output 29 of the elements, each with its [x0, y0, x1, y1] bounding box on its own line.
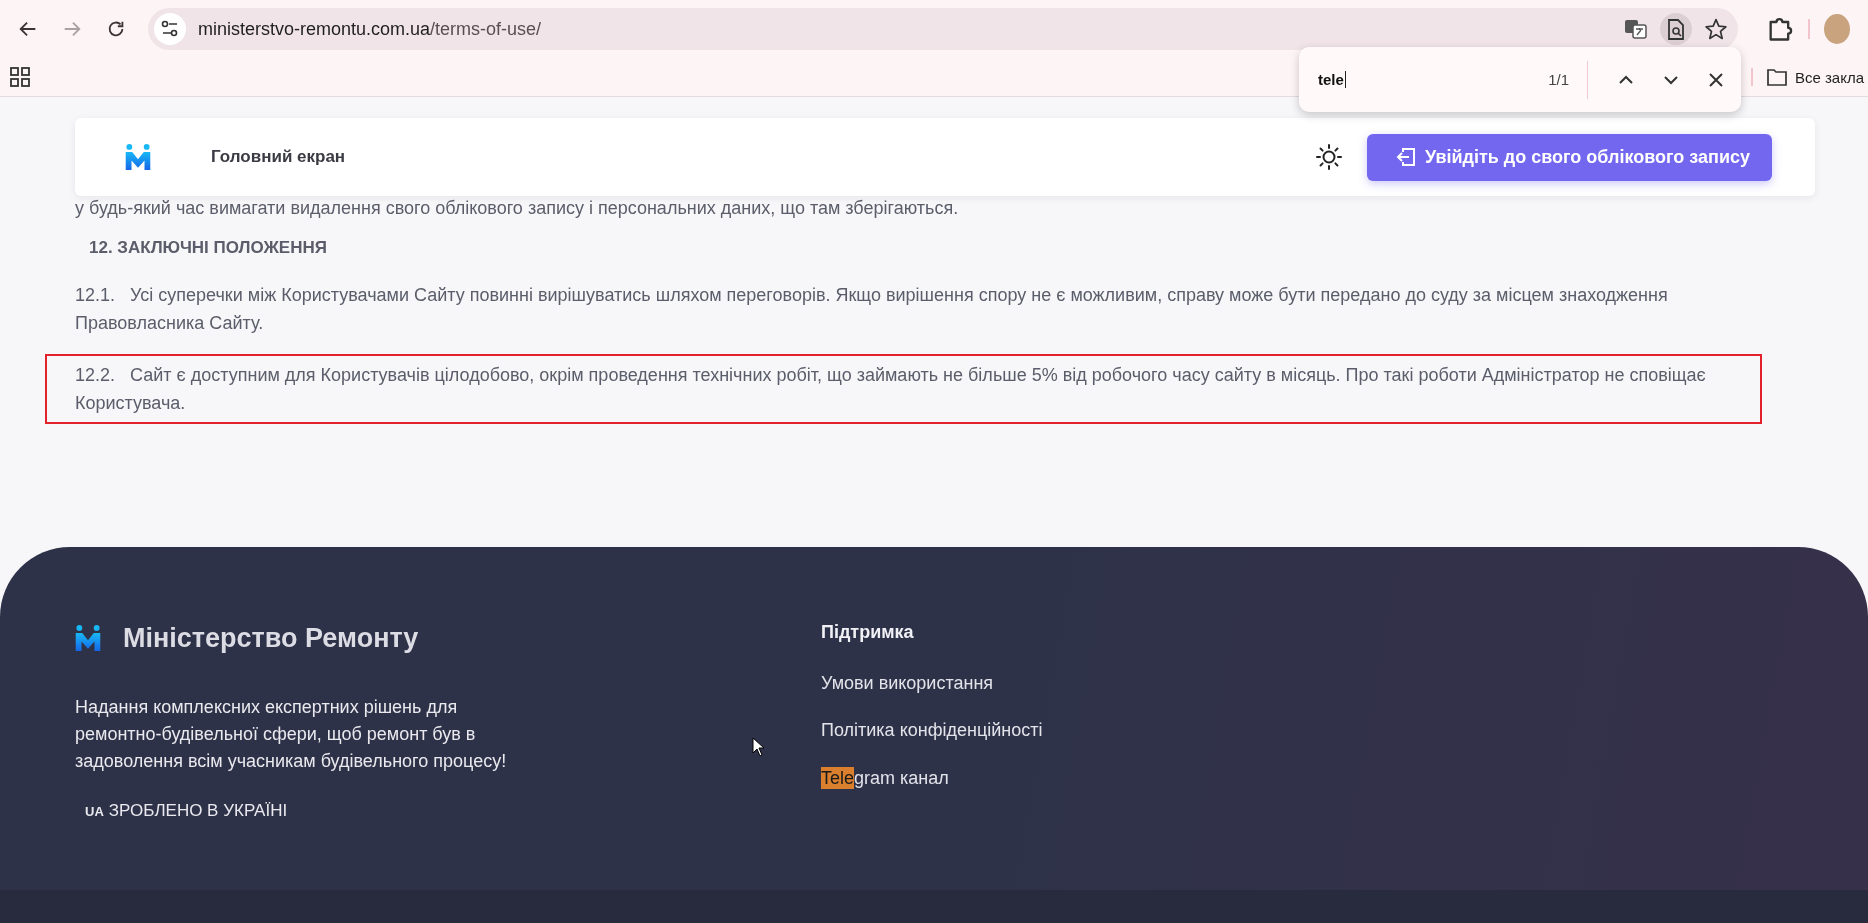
login-button[interactable]: Увійдіть до свого облікового запису	[1366, 133, 1772, 181]
folder-icon	[1766, 68, 1787, 86]
bookmark-folder[interactable]: Все закла	[1750, 68, 1864, 86]
footer-link[interactable]: Умови використання	[821, 673, 1043, 694]
chevron-down-icon	[1663, 74, 1679, 85]
chevron-up-icon	[1618, 74, 1634, 85]
support-heading: Підтримка	[821, 622, 915, 643]
close-icon	[1709, 72, 1723, 87]
highlighted-clause: 12.2. Сайт є доступним для Користувачів цілодобово, окрім проведення технічних робіт, що займають не більше 5% від робочого часу сайту в місяць. Про такі роботи Адміністратор не сповіщає Користувача.	[47, 356, 1760, 422]
address-bar[interactable]: ministerstvo-remontu.com.ua/terms-of-use/	[148, 8, 1738, 50]
terms-paragraph: у будь-який час вимагати видалення свого облікового запису і персональних даних, що там зберігаються.	[75, 197, 960, 220]
url-text: ministerstvo-remontu.com.ua/terms-of-use/	[198, 18, 542, 40]
footer-description: Надання комплексних експертних рішень для ремонтно-будівельної сфери, щоб ремонт був в задоволення всім учасникам будівельного процесу!	[75, 696, 508, 773]
site-settings-icon[interactable]	[161, 20, 179, 38]
logo-icon	[75, 622, 101, 654]
mouse-cursor-icon	[752, 737, 766, 757]
brand-name: Міністерство Ремонту	[123, 622, 419, 654]
footer-link[interactable]: Політика конфіденційності	[821, 720, 1043, 741]
login-icon	[1394, 146, 1417, 168]
section-heading: 12. ЗАКЛЮЧНІ ПОЛОЖЕННЯ	[89, 237, 328, 259]
home-link[interactable]: Головний екран	[211, 147, 346, 167]
find-field[interactable]: tele	[1318, 71, 1346, 88]
find-in-page-icon[interactable]	[1660, 13, 1692, 45]
match-count: 1/1	[1548, 71, 1569, 88]
made-in-text: ЗРОБЛЕНО В УКРАЇНІ	[108, 801, 288, 821]
terms-clause: 12.1. Усі суперечки між Користувачами Сайту повинні вирішуватись шляхом переговорів. Якщо вирішення спору не є можливим, справу може бути передано до суду за місцем знаходження Правовласника Сайту.	[75, 284, 1669, 335]
country-code: UA	[85, 803, 104, 819]
apps-icon[interactable]	[10, 67, 30, 87]
sun-icon[interactable]	[1314, 143, 1343, 171]
